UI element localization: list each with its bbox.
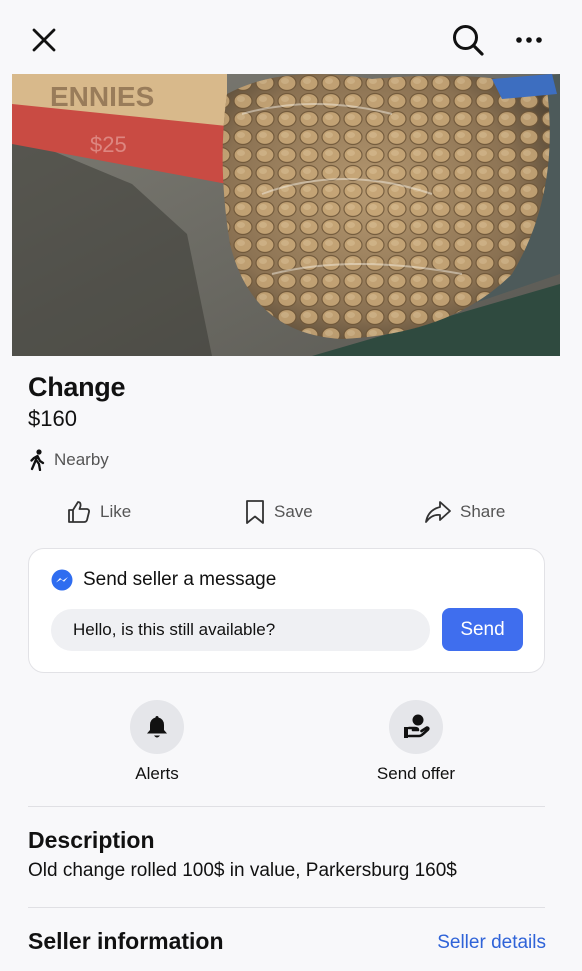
search-button[interactable] xyxy=(448,20,488,60)
listing-price: $160 xyxy=(28,406,77,431)
walking-person-icon xyxy=(30,449,45,471)
share-arrow-icon xyxy=(425,501,451,523)
photo-box-text-1: ENNIES xyxy=(50,81,154,112)
listing-location: Nearby xyxy=(28,449,109,471)
listing-photo[interactable]: ENNIES $25 xyxy=(12,74,560,356)
seller-details-link[interactable]: Seller details xyxy=(437,932,546,954)
offer-hand-coin-icon xyxy=(404,714,430,738)
send-offer-circle xyxy=(389,700,443,754)
divider xyxy=(28,907,545,908)
message-input[interactable] xyxy=(51,609,430,651)
divider xyxy=(28,806,545,807)
messenger-icon xyxy=(51,569,73,591)
thumbs-up-icon xyxy=(68,501,90,523)
alerts-button[interactable]: Alerts xyxy=(87,700,227,784)
save-button[interactable]: Save xyxy=(244,494,313,530)
search-icon xyxy=(453,25,484,56)
listing-photo-image: ENNIES $25 xyxy=(12,74,560,356)
send-offer-button[interactable]: Send offer xyxy=(346,700,486,784)
location-label: Nearby xyxy=(54,450,109,469)
send-offer-label: Send offer xyxy=(376,764,456,783)
like-button[interactable]: Like xyxy=(66,494,131,530)
share-label: Share xyxy=(460,502,506,521)
photo-box-text-2: $25 xyxy=(90,132,127,157)
seller-info-heading: Seller information xyxy=(28,928,224,954)
description-text: Old change rolled 100$ in value, Parkers… xyxy=(28,860,457,881)
alerts-circle xyxy=(130,700,184,754)
send-button[interactable]: Send xyxy=(442,608,523,651)
alerts-label: Alerts xyxy=(135,764,179,783)
listing-actions: Like Save Share xyxy=(0,494,582,530)
message-heading-label: Send seller a message xyxy=(83,569,277,590)
bell-icon xyxy=(147,716,167,738)
share-button[interactable]: Share xyxy=(424,494,505,530)
message-seller-card: Send seller a message Send xyxy=(28,548,545,673)
close-button[interactable] xyxy=(26,22,62,58)
close-icon xyxy=(32,28,56,52)
top-bar xyxy=(0,0,582,74)
like-label: Like xyxy=(100,502,132,521)
bookmark-icon xyxy=(246,500,264,524)
more-options-button[interactable] xyxy=(510,24,548,56)
save-label: Save xyxy=(274,502,313,521)
message-heading: Send seller a message xyxy=(51,569,276,591)
more-options-icon xyxy=(516,37,542,43)
listing-title: Change xyxy=(28,372,126,402)
description-heading: Description xyxy=(28,827,155,853)
